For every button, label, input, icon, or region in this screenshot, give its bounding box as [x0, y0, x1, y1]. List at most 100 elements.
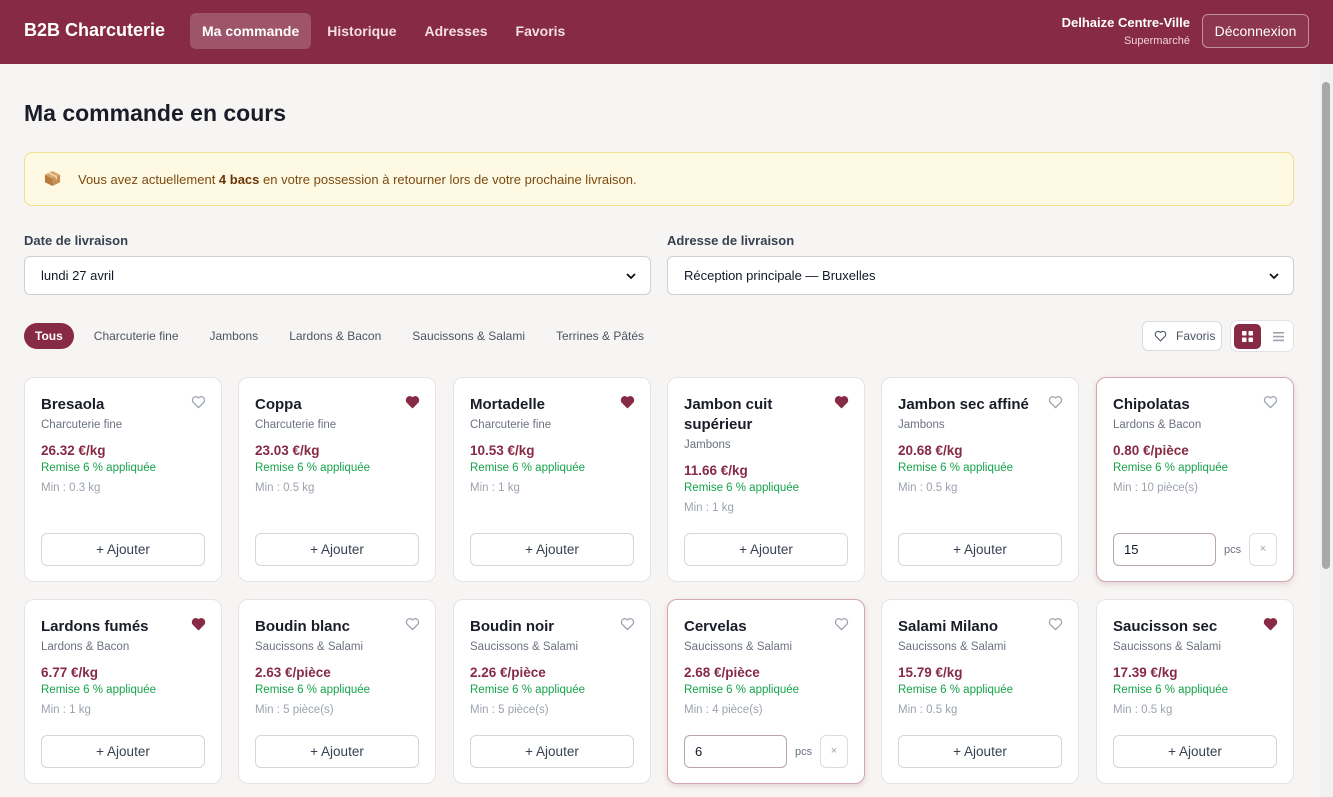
category-chip-terrines-pates[interactable]: Terrines & Pâtés: [545, 323, 655, 349]
main-nav: Ma commande Historique Adresses Favoris: [190, 13, 581, 49]
delivery-date-value: lundi 27 avril: [41, 268, 114, 283]
product-discount: Remise 6 % appliquée: [255, 462, 371, 474]
add-to-order-button[interactable]: + Ajouter: [470, 735, 634, 768]
heart-filled-icon[interactable]: [620, 395, 635, 409]
heart-outline-icon[interactable]: [1263, 395, 1278, 409]
quantity-unit: pcs: [1224, 544, 1242, 556]
product-name: Lardons fumés: [41, 618, 149, 635]
product-name: Bresaola: [41, 396, 105, 413]
add-to-order-button[interactable]: + Ajouter: [41, 533, 205, 566]
product-category: Charcuterie fine: [470, 419, 552, 431]
list-view-button[interactable]: [1265, 324, 1292, 349]
logout-button[interactable]: Déconnexion: [1202, 14, 1309, 48]
product-price: 0.80 €/pièce: [1113, 443, 1189, 458]
grid-view-button[interactable]: [1234, 324, 1261, 349]
heart-filled-icon[interactable]: [834, 395, 849, 409]
product-card: Mortadelle Charcuterie fine 10.53 €/kg R…: [453, 377, 651, 582]
nav-item-ma-commande[interactable]: Ma commande: [190, 13, 312, 49]
box-icon: [44, 170, 61, 187]
product-minimum: Min : 0.3 kg: [41, 482, 101, 494]
add-to-order-button[interactable]: + Ajouter: [898, 735, 1062, 768]
favorites-filter-label: Favoris: [1176, 329, 1216, 343]
product-category: Saucissons & Salami: [470, 641, 579, 653]
add-to-order-button[interactable]: + Ajouter: [255, 533, 419, 566]
product-card: Saucisson sec Saucissons & Salami 17.39 …: [1096, 599, 1294, 784]
product-name: Salami Milano: [898, 618, 999, 635]
grid-icon: [1242, 331, 1253, 342]
remove-item-button[interactable]: ×: [820, 735, 848, 768]
view-mode-toggle: [1230, 320, 1294, 352]
product-category: Saucissons & Salami: [1113, 641, 1222, 653]
user-info: Delhaize Centre-Ville Supermarché: [1062, 15, 1190, 47]
product-discount: Remise 6 % appliquée: [898, 462, 1014, 474]
product-card: Jambon sec affiné Jambons 20.68 €/kg Rem…: [881, 377, 1079, 582]
product-card: Salami Milano Saucissons & Salami 15.79 …: [881, 599, 1079, 784]
product-minimum: Min : 0.5 kg: [1113, 704, 1173, 716]
product-discount: Remise 6 % appliquée: [470, 462, 586, 474]
category-chip-saucissons-salami[interactable]: Saucissons & Salami: [401, 323, 536, 349]
nav-item-adresses[interactable]: Adresses: [412, 13, 499, 49]
category-chip-jambons[interactable]: Jambons: [199, 323, 270, 349]
product-name: Cervelas: [684, 618, 747, 635]
product-discount: Remise 6 % appliquée: [898, 684, 1014, 696]
product-minimum: Min : 4 pièce(s): [684, 704, 763, 716]
product-discount: Remise 6 % appliquée: [470, 684, 586, 696]
add-to-order-button[interactable]: + Ajouter: [684, 533, 848, 566]
quantity-input[interactable]: 6: [684, 735, 787, 768]
notice-crate-count: 4 bacs: [218, 172, 260, 187]
add-to-order-button[interactable]: + Ajouter: [898, 533, 1062, 566]
product-price: 6.77 €/kg: [41, 665, 99, 680]
category-chip-tous[interactable]: Tous: [24, 323, 74, 349]
product-name: Chipolatas: [1113, 396, 1190, 413]
heart-outline-icon[interactable]: [1048, 395, 1063, 409]
favorites-filter-button[interactable]: Favoris: [1142, 321, 1222, 351]
remove-item-button[interactable]: ×: [1249, 533, 1277, 566]
product-discount: Remise 6 % appliquée: [684, 684, 800, 696]
heart-outline-icon[interactable]: [834, 617, 849, 631]
product-price: 2.26 €/pièce: [470, 665, 546, 680]
add-to-order-button[interactable]: + Ajouter: [255, 735, 419, 768]
heart-filled-icon[interactable]: [191, 617, 206, 631]
heart-filled-icon[interactable]: [1263, 617, 1278, 631]
add-to-order-button[interactable]: + Ajouter: [41, 735, 205, 768]
product-category: Lardons & Bacon: [41, 641, 130, 653]
product-price: 26.32 €/kg: [41, 443, 106, 458]
product-card: Coppa Charcuterie fine 23.03 €/kg Remise…: [238, 377, 436, 582]
delivery-date-select[interactable]: lundi 27 avril: [24, 256, 651, 295]
product-card: Chipolatas Lardons & Bacon 0.80 €/pièce …: [1096, 377, 1294, 582]
product-discount: Remise 6 % appliquée: [41, 462, 157, 474]
quantity-input[interactable]: 15: [1113, 533, 1216, 566]
page-scrollbar[interactable]: [1320, 64, 1333, 797]
heart-outline-icon[interactable]: [1048, 617, 1063, 631]
product-category: Lardons & Bacon: [1113, 419, 1202, 431]
product-discount: Remise 6 % appliquée: [684, 482, 800, 494]
nav-item-favoris[interactable]: Favoris: [504, 13, 578, 49]
heart-outline-icon[interactable]: [405, 617, 420, 631]
category-chip-lardons-bacon[interactable]: Lardons & Bacon: [278, 323, 392, 349]
product-category: Charcuterie fine: [41, 419, 123, 431]
heart-outline-icon[interactable]: [620, 617, 635, 631]
product-minimum: Min : 0.5 kg: [898, 704, 958, 716]
nav-item-historique[interactable]: Historique: [315, 13, 408, 49]
product-name: Mortadelle: [470, 396, 546, 413]
notice-suffix: en votre possession à retourner lors de …: [259, 172, 637, 187]
add-to-order-button[interactable]: + Ajouter: [1113, 735, 1277, 768]
top-bar: B2B Charcuterie Ma commande Historique A…: [0, 0, 1333, 64]
product-card: Lardons fumés Lardons & Bacon 6.77 €/kg …: [24, 599, 222, 784]
chevron-down-icon: [1269, 273, 1279, 280]
product-price: 20.68 €/kg: [898, 443, 963, 458]
heart-filled-icon[interactable]: [405, 395, 420, 409]
product-price: 10.53 €/kg: [470, 443, 535, 458]
product-card: Bresaola Charcuterie fine 26.32 €/kg Rem…: [24, 377, 222, 582]
delivery-address-select[interactable]: Réception principale — Bruxelles: [667, 256, 1294, 295]
scrollbar-thumb[interactable]: [1322, 82, 1330, 569]
product-category: Saucissons & Salami: [684, 641, 793, 653]
add-to-order-button[interactable]: + Ajouter: [470, 533, 634, 566]
quantity-unit: pcs: [795, 746, 813, 758]
user-role: Supermarché: [1123, 35, 1190, 47]
brand-logo[interactable]: B2B Charcuterie: [24, 20, 165, 41]
category-chip-charcuterie-fine[interactable]: Charcuterie fine: [83, 323, 190, 349]
chevron-down-icon: [626, 273, 636, 280]
product-minimum: Min : 0.5 kg: [898, 482, 958, 494]
heart-outline-icon[interactable]: [191, 395, 206, 409]
